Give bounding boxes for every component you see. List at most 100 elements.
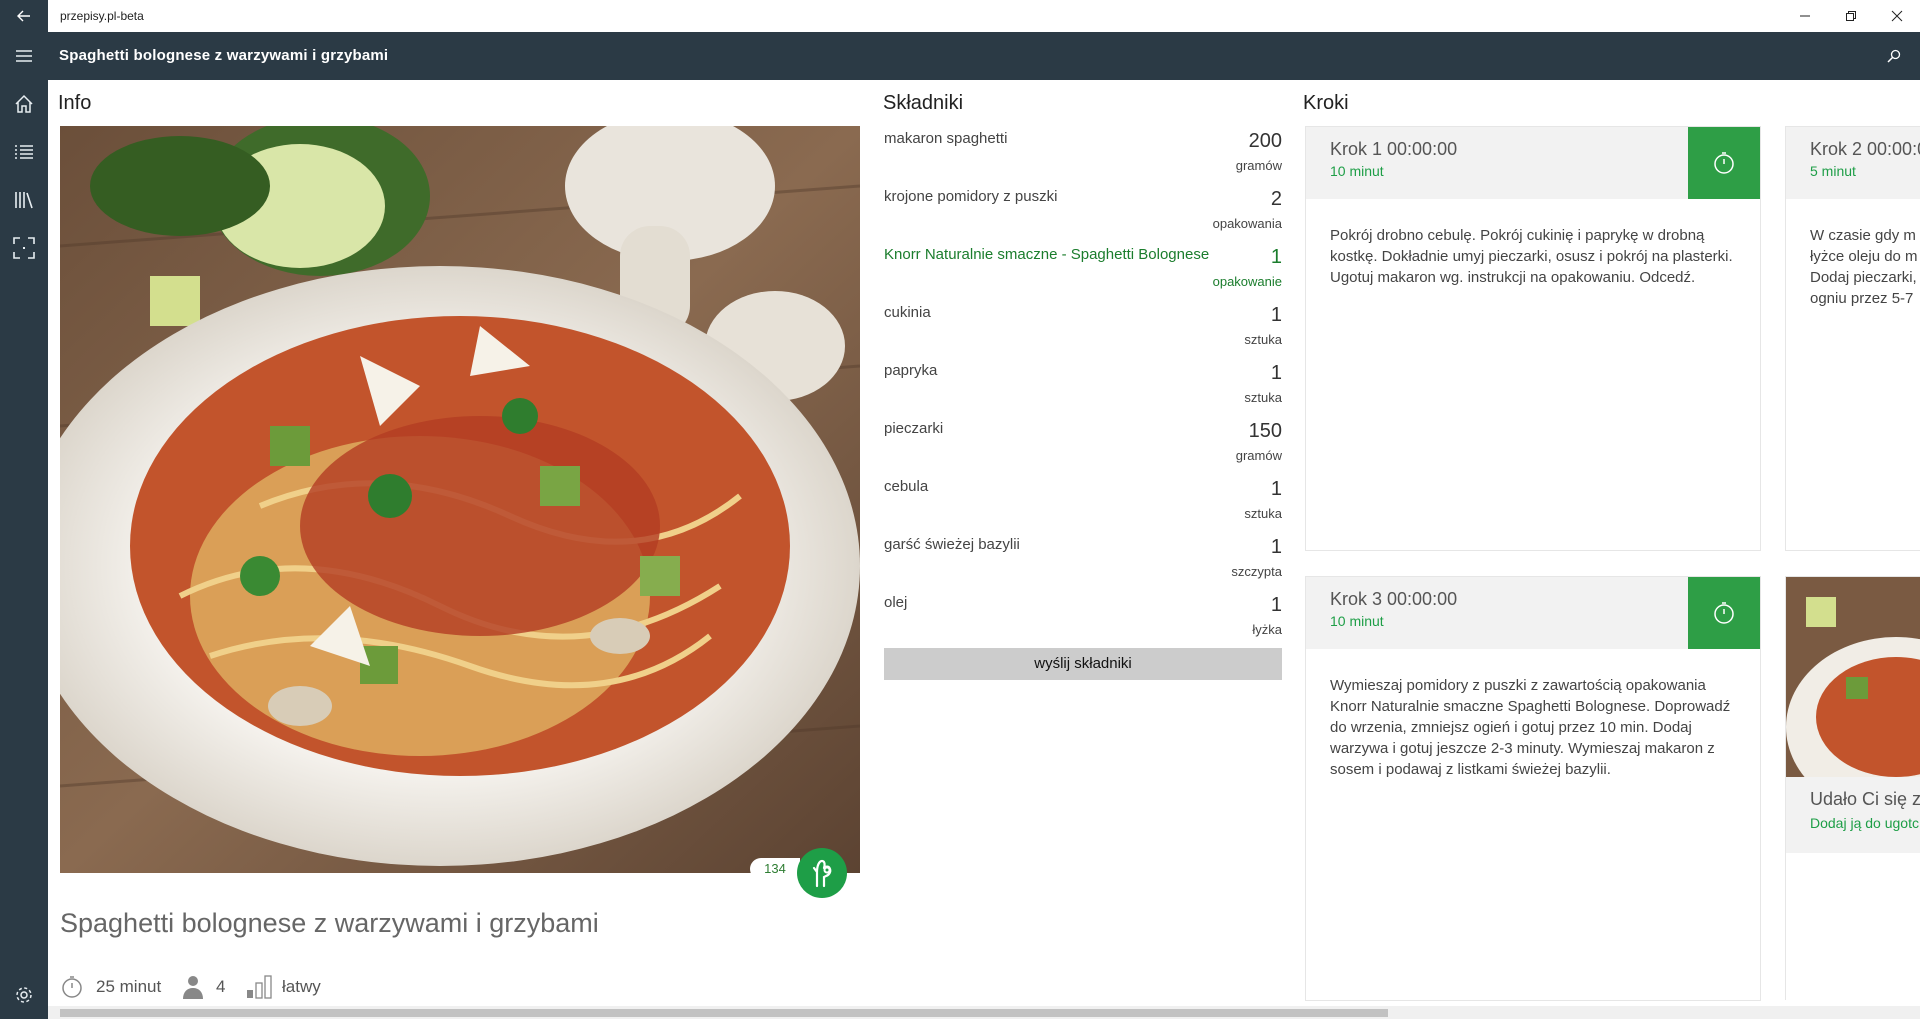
- ingredient-item: cukinia 1 sztuka: [884, 302, 1282, 360]
- ingredient-name: cebula: [884, 478, 929, 495]
- timer-icon: [1714, 602, 1734, 624]
- person-icon: [183, 976, 203, 999]
- ingredient-unit: szczypta: [1231, 564, 1282, 579]
- ingredient-item: papryka 1 sztuka: [884, 360, 1282, 418]
- step-header: Krok 1 00:00:00 10 minut: [1306, 127, 1760, 199]
- step-header: Krok 3 00:00:00 10 minut: [1306, 577, 1760, 649]
- steps-heading: Kroki: [1303, 92, 1349, 114]
- horizontal-scrollbar[interactable]: [48, 1006, 1920, 1019]
- recipe-photo: [60, 126, 860, 873]
- minimize-icon: [1800, 15, 1810, 17]
- finish-card: Udało Ci się z Dodaj ją do ugotc: [1785, 576, 1920, 1000]
- ingredient-name: papryka: [884, 362, 938, 379]
- search-icon: [1887, 49, 1901, 63]
- stopwatch-icon: [62, 976, 82, 998]
- ingredient-name: krojone pomidory z puszki: [884, 188, 1058, 205]
- back-button[interactable]: [0, 0, 48, 32]
- step-duration: 5 minut: [1810, 163, 1856, 179]
- restore-icon: [1846, 11, 1856, 21]
- close-button[interactable]: [1874, 0, 1920, 32]
- ingredient-quantity: 1: [1270, 594, 1282, 616]
- like-button[interactable]: [797, 848, 847, 898]
- ingredient-unit: sztuka: [1244, 506, 1282, 521]
- ingredient-name: pieczarki: [884, 420, 944, 437]
- add-to-cooked-link[interactable]: Dodaj ją do ugotc: [1810, 815, 1919, 831]
- step-title: Krok 2 00:00:00: [1810, 139, 1920, 159]
- ingredients-heading: Składniki: [883, 92, 964, 114]
- difficulty-value: łatwy: [282, 977, 321, 996]
- info-heading: Info: [58, 92, 92, 114]
- like-count: 134: [750, 858, 800, 880]
- ingredient-unit: opakowanie: [1212, 274, 1282, 289]
- ingredient-name: olej: [884, 594, 908, 611]
- ingredient-unit: gramów: [1235, 448, 1282, 463]
- gear-icon: [16, 987, 32, 1003]
- ingredient-item: makaron spaghetti 200 gramów: [884, 128, 1282, 186]
- ingredient-quantity: 1: [1270, 536, 1282, 558]
- search-button[interactable]: [1884, 46, 1904, 66]
- ingredient-quantity: 2: [1270, 188, 1282, 210]
- ingredient-unit: gramów: [1235, 158, 1282, 173]
- ingredient-name[interactable]: Knorr Naturalnie smaczne - Spaghetti Bol…: [884, 246, 1209, 263]
- difficulty-bars-icon: [247, 975, 272, 999]
- step-duration: 10 minut: [1330, 613, 1384, 629]
- ingredient-unit: sztuka: [1244, 332, 1282, 347]
- window-title: przepisy.pl-beta: [60, 9, 144, 23]
- ingredient-quantity: 200: [1248, 130, 1282, 152]
- ingredient-quantity: 1: [1270, 246, 1282, 268]
- ingredient-item: krojone pomidory z puszki 2 opakowania: [884, 186, 1282, 244]
- close-icon: [1891, 10, 1903, 22]
- steps-overflow-column: Krok 2 00:00:00 5 minut W czasie gdy m ł…: [1784, 126, 1920, 1000]
- ingredient-item: pieczarki 150 gramów: [884, 418, 1282, 476]
- send-ingredients-button[interactable]: wyślij składniki: [884, 648, 1282, 680]
- home-icon: [15, 94, 33, 113]
- page-header: Spaghetti bolognese z warzywami i grzyba…: [48, 32, 1920, 80]
- step-description: W czasie gdy m łyżce oleju do m Dodaj pi…: [1810, 227, 1918, 307]
- home-button[interactable]: [0, 80, 48, 128]
- ingredient-unit: sztuka: [1244, 390, 1282, 405]
- library-icon: [15, 192, 33, 209]
- step-card: Krok 2 00:00:00 5 minut W czasie gdy m ł…: [1785, 126, 1920, 551]
- ingredient-name: makaron spaghetti: [884, 130, 1008, 147]
- step-card: Krok 3 00:00:00 10 minut Wymieszaj pomid…: [1305, 576, 1761, 1001]
- food-image: [60, 126, 860, 873]
- ingredient-item: garść świeżej bazylii 1 szczypta: [884, 534, 1282, 592]
- hamburger-icon: [16, 50, 32, 62]
- start-timer-button[interactable]: [1688, 127, 1760, 199]
- finish-title: Udało Ci się z: [1810, 789, 1920, 809]
- ingredient-name: garść świeżej bazylii: [884, 536, 1020, 553]
- ingredient-item: olej 1 łyżka: [884, 592, 1282, 650]
- navigation-rail: [0, 32, 48, 1019]
- step-description: Pokrój drobno cebulę. Pokrój cukinię i p…: [1330, 227, 1733, 286]
- step-title: Krok 1 00:00:00: [1330, 139, 1458, 159]
- step-description: Wymieszaj pomidory z puszki z zawartości…: [1330, 677, 1731, 778]
- start-timer-button[interactable]: [1688, 577, 1760, 649]
- step-card: Krok 1 00:00:00 10 minut Pokrój drobno c…: [1305, 126, 1761, 551]
- ingredient-item-product-link[interactable]: Knorr Naturalnie smaczne - Spaghetti Bol…: [884, 244, 1282, 302]
- step-header: Krok 2 00:00:00 5 minut: [1786, 127, 1920, 199]
- scrollbar-thumb[interactable]: [60, 1009, 1388, 1017]
- title-bar: przepisy.pl-beta: [0, 0, 1920, 32]
- timer-icon: [1714, 152, 1734, 174]
- ingredient-quantity: 1: [1270, 478, 1282, 500]
- finish-card-footer: Udało Ci się z Dodaj ją do ugotc: [1786, 777, 1920, 853]
- scan-frame-icon: [13, 237, 35, 259]
- ingredient-item: cebula 1 sztuka: [884, 476, 1282, 534]
- ingredient-name: cukinia: [884, 304, 931, 321]
- ingredient-quantity: 150: [1248, 420, 1282, 442]
- ingredient-quantity: 1: [1270, 304, 1282, 326]
- minimize-button[interactable]: [1782, 0, 1828, 32]
- servings: 4: [182, 975, 225, 999]
- ingredient-unit: opakowania: [1212, 216, 1282, 231]
- arrow-left-icon: [17, 10, 30, 22]
- list-icon: [15, 145, 33, 159]
- step-title: Krok 3 00:00:00: [1330, 589, 1458, 609]
- library-button[interactable]: [0, 176, 48, 224]
- settings-button[interactable]: [0, 971, 48, 1019]
- prep-time: 25 minut: [60, 975, 161, 999]
- scan-button[interactable]: [0, 224, 48, 272]
- restore-button[interactable]: [1828, 0, 1874, 32]
- list-button[interactable]: [0, 128, 48, 176]
- menu-button[interactable]: [0, 32, 48, 80]
- hand-ok-icon: [812, 859, 832, 888]
